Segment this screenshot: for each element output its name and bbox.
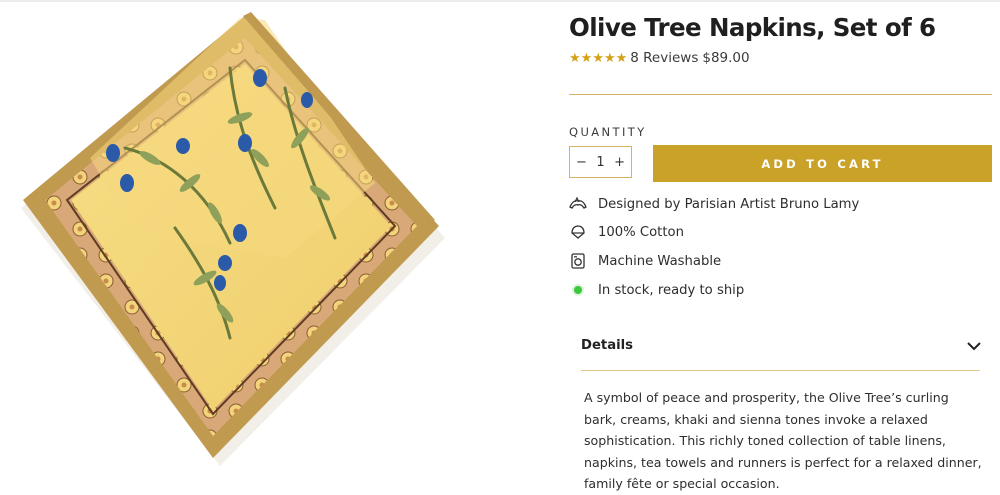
in-stock-dot-icon — [569, 281, 587, 299]
feature-designer: Designed by Parisian Artist Bruno Lamy — [569, 194, 859, 214]
fabric-icon — [569, 223, 587, 241]
section-divider — [569, 94, 992, 95]
feature-care: Machine Washable — [569, 251, 721, 271]
details-accordion-toggle[interactable]: Details — [581, 334, 981, 356]
feature-stock: In stock, ready to ship — [569, 280, 744, 300]
chevron-down-icon[interactable] — [967, 336, 981, 355]
details-divider — [581, 370, 980, 371]
feature-text: Designed by Parisian Artist Bruno Lamy — [598, 196, 860, 212]
product-description: A symbol of peace and prosperity, the Ol… — [584, 390, 982, 491]
star-icon: ★ — [615, 50, 628, 66]
quantity-label: QUANTITY — [569, 125, 647, 139]
star-icon: ★ — [569, 50, 581, 66]
feature-text: Machine Washable — [598, 253, 722, 269]
washing-machine-icon — [569, 252, 587, 270]
product-price: $89.00 — [702, 50, 750, 66]
star-icon: ★ — [592, 50, 604, 66]
review-count-link[interactable]: 8 Reviews — [630, 50, 698, 66]
increment-button[interactable]: + — [614, 155, 625, 170]
artist-hands-icon — [569, 195, 587, 213]
feature-material: 100% Cotton — [569, 222, 684, 242]
star-icon: ★ — [603, 50, 616, 66]
quantity-stepper[interactable]: − 1 + — [569, 146, 632, 178]
feature-text: 100% Cotton — [598, 224, 684, 240]
top-divider — [0, 0, 1000, 2]
star-rating: ★ ★ ★ ★ ★ — [569, 52, 627, 65]
rating-row[interactable]: ★ ★ ★ ★ ★ 8 Reviews $89.00 — [569, 49, 750, 67]
product-title: Olive Tree Napkins, Set of 6 — [569, 13, 936, 42]
stock-status: In stock, ready to ship — [598, 282, 745, 298]
add-to-cart-button[interactable]: ADD TO CART — [653, 145, 992, 182]
quantity-input[interactable]: 1 — [596, 155, 604, 170]
product-image[interactable] — [15, 8, 455, 473]
decrement-button[interactable]: − — [576, 155, 587, 170]
star-icon: ★ — [580, 50, 593, 66]
details-label: Details — [581, 337, 633, 353]
